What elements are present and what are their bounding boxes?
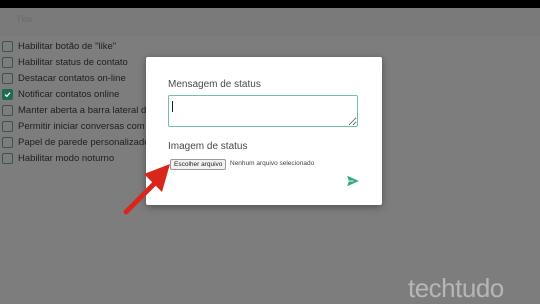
checkbox[interactable] [2, 152, 13, 164]
red-arrow-annotation [123, 164, 170, 215]
checkbox[interactable] [2, 120, 13, 132]
option-label: Destacar contatos on-line [18, 72, 126, 84]
settings-page: Tkw Habilitar botão de "like" Habilitar … [0, 8, 540, 304]
checkbox[interactable] [2, 104, 13, 116]
option-label: Habilitar status de contato [18, 56, 128, 68]
checkbox[interactable] [2, 56, 13, 68]
screenshot-viewport: Tkw Habilitar botão de "like" Habilitar … [0, 0, 540, 304]
checkbox[interactable] [2, 40, 13, 52]
checkbox[interactable] [2, 136, 13, 148]
option-label: Habilitar modo noturno [18, 152, 115, 164]
option-label: Notificar contatos online [18, 88, 120, 100]
option-like-button[interactable]: Habilitar botão de "like" [2, 38, 182, 54]
checkbox[interactable] [2, 72, 13, 84]
option-label: Manter aberta a barra lateral de [18, 104, 152, 116]
status-message-label: Mensagem de status [168, 79, 261, 90]
checkbox-checked[interactable] [2, 88, 13, 100]
header-label: Tkw [16, 14, 33, 24]
status-modal: Mensagem de status Imagem de status Esco… [146, 57, 382, 205]
send-icon[interactable] [346, 174, 360, 188]
file-status-text: Nenhum arquivo selecionado [230, 160, 315, 167]
text-caret [172, 101, 173, 112]
status-message-input[interactable] [168, 95, 358, 127]
option-label: Papel de parede personalizado [18, 136, 150, 148]
status-image-label: Imagem de status [168, 141, 248, 152]
checkmark-icon [4, 91, 11, 97]
header-bar: Tkw [0, 8, 540, 36]
option-label: Permitir iniciar conversas com [18, 120, 145, 132]
option-label: Habilitar botão de "like" [18, 40, 117, 52]
techtudo-watermark: techtudo [408, 273, 504, 303]
